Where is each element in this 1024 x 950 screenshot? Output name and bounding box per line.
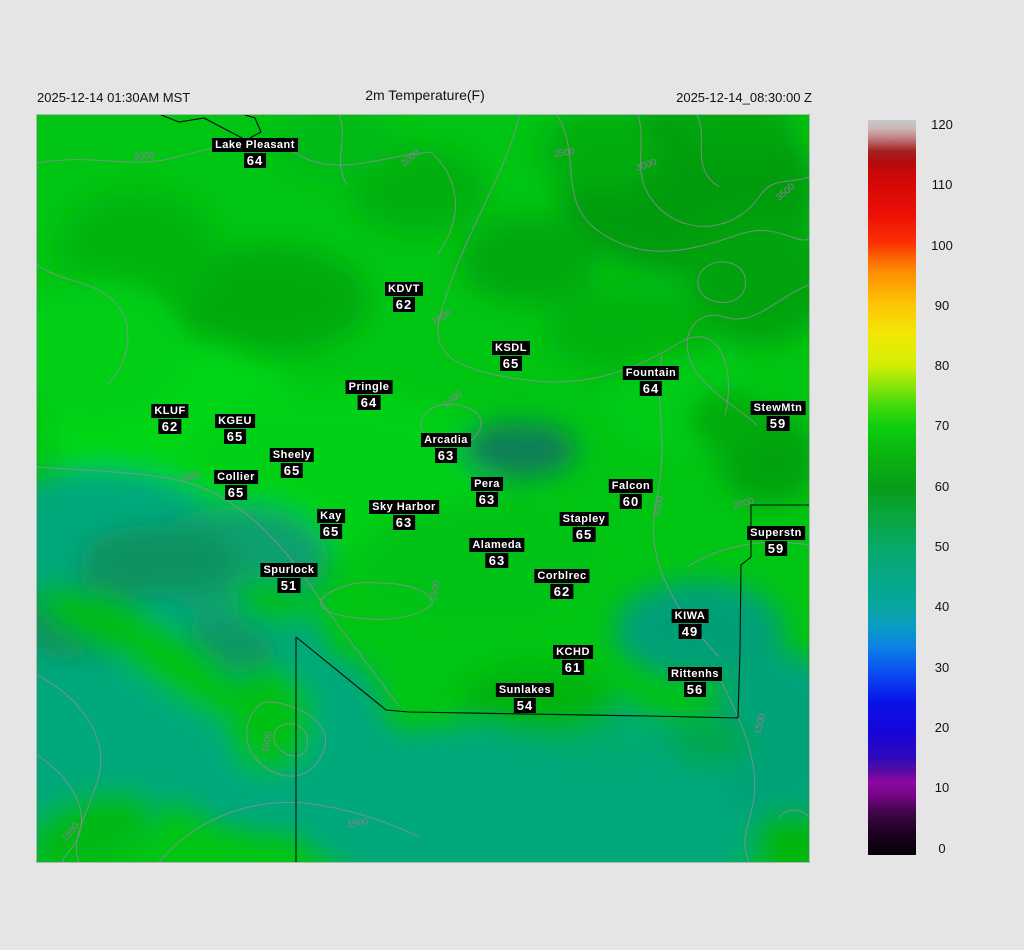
station-temp-value: 56 bbox=[683, 682, 707, 697]
station-name-label: Falcon bbox=[608, 479, 654, 493]
station: KDVT 62 bbox=[385, 282, 423, 312]
station-name-label: Alameda bbox=[469, 538, 525, 552]
station: Stapley 65 bbox=[559, 512, 609, 542]
station-name-label: Spurlock bbox=[260, 563, 318, 577]
station-temp-value: 59 bbox=[766, 416, 790, 431]
station-temp-value: 62 bbox=[158, 419, 182, 434]
station-name-label: Sky Harbor bbox=[369, 500, 439, 514]
colorbar-tick-label: 90 bbox=[934, 297, 950, 313]
station-temp-value: 65 bbox=[280, 463, 304, 478]
station-name-label: KIWA bbox=[671, 609, 709, 623]
station-temp-value: 62 bbox=[550, 584, 574, 599]
colorbar-tick-label: 60 bbox=[934, 478, 950, 494]
colorbar-tick-label: 30 bbox=[934, 659, 950, 675]
colorbar-tick-label: 110 bbox=[931, 177, 953, 193]
colorbar-gradient bbox=[868, 120, 916, 855]
station-temp-value: 63 bbox=[475, 492, 499, 507]
station: Pera 63 bbox=[471, 477, 503, 507]
station-temp-value: 49 bbox=[678, 624, 702, 639]
station-name-label: Sheely bbox=[269, 448, 315, 462]
colorbar-tick-label: 120 bbox=[931, 117, 953, 133]
colorbar-tick-label: 80 bbox=[934, 358, 950, 374]
station-name-label: KSDL bbox=[492, 341, 530, 355]
station: KGEU 65 bbox=[215, 414, 255, 444]
station-temp-value: 65 bbox=[224, 485, 248, 500]
station-name-label: Superstn bbox=[747, 526, 805, 540]
station: Falcon 60 bbox=[608, 479, 654, 509]
station-name-label: Pringle bbox=[345, 380, 393, 394]
station: Rittenhs 56 bbox=[668, 667, 722, 697]
station-name-label: Pera bbox=[471, 477, 503, 491]
station-temp-value: 60 bbox=[619, 494, 643, 509]
station-name-label: Kay bbox=[317, 509, 345, 523]
station: Sheely 65 bbox=[269, 448, 315, 478]
station: Pringle 64 bbox=[345, 380, 393, 410]
timestamp-utc: 2025-12-14_08:30:00 Z bbox=[676, 90, 812, 105]
station-name-label: Lake Pleasant bbox=[212, 138, 298, 152]
station: StewMtn 59 bbox=[750, 401, 806, 431]
colorbar-tick-label: 70 bbox=[934, 418, 950, 434]
station-temp-value: 65 bbox=[319, 524, 343, 539]
station-temp-value: 64 bbox=[357, 395, 381, 410]
colorbar-tick-label: 50 bbox=[934, 539, 950, 555]
colorbar-tick-label: 20 bbox=[934, 719, 950, 735]
station-temp-value: 62 bbox=[392, 297, 416, 312]
station-temp-value: 64 bbox=[243, 153, 267, 168]
station: KCHD 61 bbox=[553, 645, 593, 675]
station-temp-value: 61 bbox=[561, 660, 585, 675]
station-temp-value: 65 bbox=[223, 429, 247, 444]
station-name-label: Corblrec bbox=[534, 569, 590, 583]
weather-map-page: { "header": { "left_timestamp": "2025-12… bbox=[0, 0, 1024, 950]
station-temp-value: 63 bbox=[392, 515, 416, 530]
colorbar-tick-label: 10 bbox=[934, 780, 950, 796]
station-temp-value: 54 bbox=[513, 698, 537, 713]
station-name-label: KCHD bbox=[553, 645, 593, 659]
station-name-label: Collier bbox=[214, 470, 258, 484]
station: Lake Pleasant 64 bbox=[212, 138, 298, 168]
colorbar-tick-label: 40 bbox=[934, 599, 950, 615]
station: KLUF 62 bbox=[151, 404, 189, 434]
station: Sunlakes 54 bbox=[495, 683, 555, 713]
station-temp-value: 63 bbox=[434, 448, 458, 463]
station: Sky Harbor 63 bbox=[369, 500, 439, 530]
station-name-label: Arcadia bbox=[421, 433, 471, 447]
station-temp-value: 51 bbox=[277, 578, 301, 593]
station: Collier 65 bbox=[214, 470, 258, 500]
station: Arcadia 63 bbox=[421, 433, 471, 463]
station-name-label: Stapley bbox=[559, 512, 609, 526]
station-name-label: Sunlakes bbox=[495, 683, 555, 697]
station: KIWA 49 bbox=[671, 609, 709, 639]
colorbar-tick-label: 100 bbox=[931, 237, 953, 253]
station-name-label: Fountain bbox=[622, 366, 680, 380]
station: Corblrec 62 bbox=[534, 569, 590, 599]
station-temp-value: 65 bbox=[499, 356, 523, 371]
station: Superstn 59 bbox=[747, 526, 805, 556]
stations-layer: Lake Pleasant 64 KDVT 62 KSDL 65 Fountain 64 Pri… bbox=[37, 115, 809, 862]
station-name-label: KDVT bbox=[385, 282, 423, 296]
station: Kay 65 bbox=[317, 509, 345, 539]
station-name-label: KLUF bbox=[151, 404, 189, 418]
station-name-label: KGEU bbox=[215, 414, 255, 428]
station-temp-value: 65 bbox=[572, 527, 596, 542]
station-temp-value: 59 bbox=[764, 541, 788, 556]
station: Fountain 64 bbox=[622, 366, 680, 396]
station: Alameda 63 bbox=[469, 538, 525, 568]
station: Spurlock 51 bbox=[260, 563, 318, 593]
station: KSDL 65 bbox=[492, 341, 530, 371]
station-name-label: StewMtn bbox=[750, 401, 806, 415]
station-temp-value: 63 bbox=[485, 553, 509, 568]
station-temp-value: 64 bbox=[639, 381, 663, 396]
station-name-label: Rittenhs bbox=[668, 667, 722, 681]
colorbar-tick-label: 0 bbox=[938, 840, 946, 856]
